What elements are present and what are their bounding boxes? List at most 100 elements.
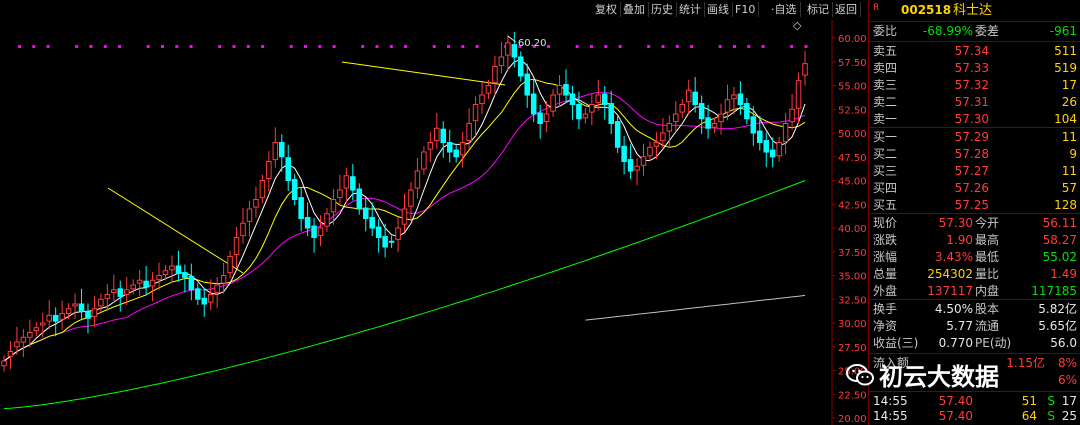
kline-chart[interactable]: 60.00 57.50 55.00 52.50 50.00 47.50 45.00 42.50… [0,0,868,425]
candle-body [375,226,382,239]
bids-price: 57.26 [954,181,989,195]
signal-dot [733,45,736,48]
fund-label: 收益(三) [873,336,919,350]
candle-body [98,298,104,307]
toolbar-button-3[interactable]: 统计 [676,2,705,17]
bids-label: 买二 [873,147,898,161]
candle-body [524,73,530,96]
asks-volume: 511 [1054,44,1077,58]
stock-code: 002518 [901,3,952,17]
candle-body [195,288,201,300]
candle-body [434,127,440,142]
asks-price: 57.34 [954,44,989,58]
candle-body [537,112,543,125]
candle-body [46,314,52,322]
chart-settings-icon[interactable]: ◇ [790,18,804,33]
toolbar-button-2[interactable]: 历史 [648,2,677,17]
candle-body [27,332,33,338]
bids-price: 57.29 [954,130,989,144]
candle-body [757,130,763,144]
candle-body [692,91,698,106]
quote-label: 涨跌 [873,233,898,247]
candle-body [188,275,195,291]
toolbar-button-7[interactable]: 标记 [804,2,833,17]
candle-body [750,116,757,134]
candle-body [7,351,14,357]
candle-body [401,208,408,225]
signal-dot [790,45,794,48]
candle-body [731,94,737,100]
asks-volume: 17 [1061,78,1077,92]
candle-body [291,179,298,201]
y-tick-label: 55.00 [838,82,867,93]
candle-body [240,222,246,237]
stock-name: 科士达 [953,3,993,18]
order-diff-value: -961 [1049,24,1077,38]
candle-body [763,140,770,153]
signal-dot [575,45,579,48]
y-tick-label: 57.50 [838,58,867,69]
candle-body [356,188,363,210]
toolbar-button-8[interactable]: 返回 [832,2,861,17]
candle-body [530,93,537,115]
quote-row: 外盘 137117 内盘 117185 [869,283,1080,300]
candle-body [614,121,621,148]
candle-body [511,44,518,58]
toolbar-button-5[interactable]: F10 [732,2,760,17]
candle-body [266,161,272,180]
candle-body [711,123,718,128]
divider [869,213,1080,214]
candle-body [685,89,692,103]
candle-body [795,80,802,109]
y-tick-label: 50.00 [838,129,867,140]
asks-label: 卖二 [873,95,898,109]
peak-annotation: 60.20 [518,38,547,49]
candle-body [59,313,65,320]
quote-row: 涨幅 3.43% 最低 55.02 [869,249,1080,266]
quote-row: 总量 254302 量比 1.49 [869,266,1080,283]
toolbar-button-4[interactable]: 画线 [704,2,733,17]
candle-body [233,237,240,256]
signal-dot [161,45,164,48]
candle-body [149,279,156,287]
candle-body [666,123,673,132]
signal-dot [75,45,79,48]
signal-dot [32,45,36,48]
candle-body [111,289,117,294]
bids-label: 买五 [873,198,898,212]
candle-body [169,265,175,271]
candle-body [543,113,550,123]
signal-dot [18,45,21,48]
candle-body [608,103,614,125]
signal-dot [761,45,765,48]
quote-value: 3.43% [934,250,973,264]
candle-body [285,157,291,181]
tick-side: S [1047,409,1055,423]
signal-dot [246,45,250,48]
fund-value: 5.82亿 [1038,302,1077,316]
signal-dot [675,45,679,48]
bids-volume: 57 [1061,181,1077,195]
signal-dot [461,45,465,48]
candle-body [175,265,182,275]
fund-label: 净资 [873,319,898,333]
toolbar-button-0[interactable]: 复权 [592,2,621,17]
candle-body [298,197,304,220]
candle-body [802,63,808,76]
candle-body [130,284,136,290]
candle-body [220,275,227,284]
candle-body [91,308,98,317]
divider [869,353,1080,354]
candle-body [227,256,233,274]
fund-value: 4.50% [934,302,973,316]
fund-value: 5.65亿 [1038,319,1077,333]
toolbar-button-1[interactable]: 叠加 [620,2,649,17]
kline-svg[interactable]: 60.00 57.50 55.00 52.50 50.00 47.50 45.00 42.50… [0,0,868,425]
quote-value: 58.27 [1042,233,1077,247]
candle-body [136,279,143,284]
toolbar-button-6[interactable]: ·自选 [768,2,801,17]
fund-value: 5.77 [946,319,973,333]
candle-body [705,117,711,129]
candle-body [123,289,130,295]
y-tick-label: 20.00 [838,414,867,425]
